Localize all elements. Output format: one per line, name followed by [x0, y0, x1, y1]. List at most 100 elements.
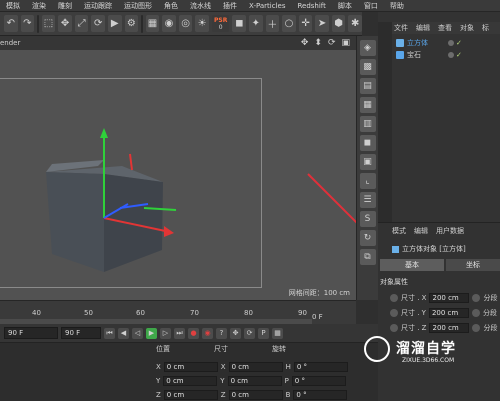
psr-indicator[interactable]: PSR 0: [211, 15, 230, 32]
play-back-icon[interactable]: ◁: [132, 327, 143, 339]
keyframe-dot[interactable]: [472, 293, 481, 302]
move-tool-icon[interactable]: ✥: [58, 15, 72, 32]
refresh-icon[interactable]: ↻: [359, 230, 376, 246]
layout-icon[interactable]: ▣: [341, 38, 350, 48]
light-icon[interactable]: ☀: [195, 15, 209, 32]
pos-x-field[interactable]: 0 cm: [163, 362, 218, 372]
keyframe-dot[interactable]: [471, 308, 480, 317]
move-key-icon[interactable]: ✥: [230, 327, 241, 339]
corner-icon[interactable]: ⌞: [359, 173, 376, 189]
zoom-icon[interactable]: ⬍: [314, 38, 322, 48]
record-icon[interactable]: ●: [188, 327, 199, 339]
rot-b-field[interactable]: 0 °: [293, 390, 348, 400]
pattern-icon[interactable]: ▦: [359, 97, 376, 113]
size-x-field[interactable]: 200 cm: [429, 292, 470, 303]
tab-coordinates[interactable]: 坐标: [446, 259, 500, 271]
end-frame-field[interactable]: 90 F: [61, 327, 101, 339]
om-menu-file[interactable]: 文件: [394, 23, 408, 33]
render-view-icon[interactable]: ▶: [107, 15, 122, 32]
size-y-field[interactable]: 200 cm: [428, 307, 469, 318]
tab-basic[interactable]: 基本: [380, 259, 444, 271]
menu-redshift[interactable]: Redshift: [291, 2, 331, 10]
add-object-icon[interactable]: ＋: [265, 15, 280, 32]
keyframe-dot[interactable]: [390, 293, 398, 302]
menu-help[interactable]: 帮助: [384, 1, 410, 11]
go-start-icon[interactable]: ⏮: [104, 327, 115, 339]
move-handle-icon[interactable]: ✛: [298, 15, 313, 32]
menu-mograph[interactable]: 运动图形: [118, 1, 158, 11]
select-tool-icon[interactable]: ⬚: [41, 15, 56, 32]
om-menu-edit[interactable]: 编辑: [416, 23, 430, 33]
stack-icon[interactable]: ☰: [359, 192, 376, 208]
pos-z-field[interactable]: 0 cm: [163, 390, 218, 400]
render-settings-icon[interactable]: ⚙: [124, 15, 139, 32]
rotate-icon[interactable]: ⟳: [328, 38, 336, 48]
model-mode-icon[interactable]: ◈: [359, 40, 376, 56]
circle-icon[interactable]: ○: [282, 15, 296, 32]
om-menu-object[interactable]: 对象: [460, 23, 474, 33]
am-menu-mode[interactable]: 模式: [392, 226, 406, 236]
rotate-key-icon[interactable]: ⟳: [244, 327, 255, 339]
menu-window[interactable]: 窗口: [358, 1, 384, 11]
start-frame-field[interactable]: 90 F: [4, 327, 58, 339]
film-icon[interactable]: ▦: [145, 15, 160, 32]
play-icon[interactable]: ▶: [146, 327, 157, 339]
checker-icon[interactable]: ▩: [359, 59, 376, 75]
viewport[interactable]: 网格间距：100 cm: [0, 50, 356, 300]
attribute-manager-menu: 模式 编辑 用户数据: [392, 226, 464, 236]
cursor-icon[interactable]: ➤: [315, 15, 329, 32]
am-menu-userdata[interactable]: 用户数据: [436, 226, 464, 236]
go-end-icon[interactable]: ⏭: [174, 327, 185, 339]
menu-motion-tracking[interactable]: 运动跟踪: [78, 1, 118, 11]
layers-icon[interactable]: ⧉: [359, 249, 376, 265]
size-y-field[interactable]: 0 cm: [227, 376, 282, 386]
am-menu-edit[interactable]: 编辑: [414, 226, 428, 236]
pos-y-field[interactable]: 0 cm: [163, 376, 218, 386]
box-icon[interactable]: ▣: [359, 154, 376, 170]
rotate-tool-icon[interactable]: ⟳: [91, 15, 105, 32]
size-z-field[interactable]: 0 cm: [228, 390, 283, 400]
deformer-icon[interactable]: ✦: [249, 15, 263, 32]
undo-icon[interactable]: ↶: [4, 15, 18, 32]
om-menu-view[interactable]: 查看: [438, 23, 452, 33]
grid-icon[interactable]: ▥: [359, 116, 376, 132]
menu-pipeline[interactable]: 流水线: [184, 1, 217, 11]
menu-x-particles[interactable]: X-Particles: [243, 2, 291, 10]
auto-key-icon[interactable]: ◉: [202, 327, 213, 339]
snap-s-icon[interactable]: S: [359, 211, 376, 227]
size-x-field[interactable]: 0 cm: [228, 362, 283, 372]
menu-plugins[interactable]: 插件: [217, 1, 243, 11]
redo-icon[interactable]: ↷: [20, 15, 35, 32]
visibility-dot[interactable]: [448, 40, 454, 46]
enabled-check-icon[interactable]: ✓: [456, 51, 462, 59]
key-icon[interactable]: ?: [216, 327, 227, 339]
current-frame[interactable]: 0 F: [312, 313, 323, 321]
menu-simulate[interactable]: 模拟: [0, 1, 26, 11]
rot-p-field[interactable]: 0 °: [291, 376, 346, 386]
keyframe-dot[interactable]: [390, 308, 398, 317]
object-row-cube[interactable]: 立方体 ✓: [392, 38, 500, 48]
grid-key-icon[interactable]: ▦: [272, 327, 283, 339]
menu-script[interactable]: 脚本: [332, 1, 358, 11]
point-key-icon[interactable]: P: [258, 327, 269, 339]
menu-character[interactable]: 角色: [158, 1, 184, 11]
cube-icon[interactable]: ◼: [232, 15, 247, 32]
camera-icon[interactable]: ◉: [162, 15, 176, 32]
menu-render[interactable]: 渲染: [26, 1, 52, 11]
object-row-gem[interactable]: 宝石 ✓: [392, 50, 500, 60]
next-key-icon[interactable]: ▷: [160, 327, 171, 339]
snap-icon[interactable]: ⬢: [331, 15, 346, 32]
timeline[interactable]: 40 50 60 70 80 90 0 F: [0, 300, 356, 325]
move-icon[interactable]: ✥: [301, 38, 309, 48]
om-menu-tag[interactable]: 标: [482, 23, 489, 33]
cube-mode-icon[interactable]: ◼: [359, 135, 376, 151]
rot-h-field[interactable]: 0 °: [293, 362, 348, 372]
visibility-dot[interactable]: [448, 52, 454, 58]
enabled-check-icon[interactable]: ✓: [456, 39, 462, 47]
prev-key-icon[interactable]: ◀: [118, 327, 129, 339]
animation-icon[interactable]: ◎: [178, 15, 193, 32]
menu-sculpt[interactable]: 雕刻: [52, 1, 78, 11]
scale-tool-icon[interactable]: ⤢: [74, 15, 89, 32]
texture-icon[interactable]: ▤: [359, 78, 376, 94]
settings-icon[interactable]: ✱: [348, 15, 362, 32]
